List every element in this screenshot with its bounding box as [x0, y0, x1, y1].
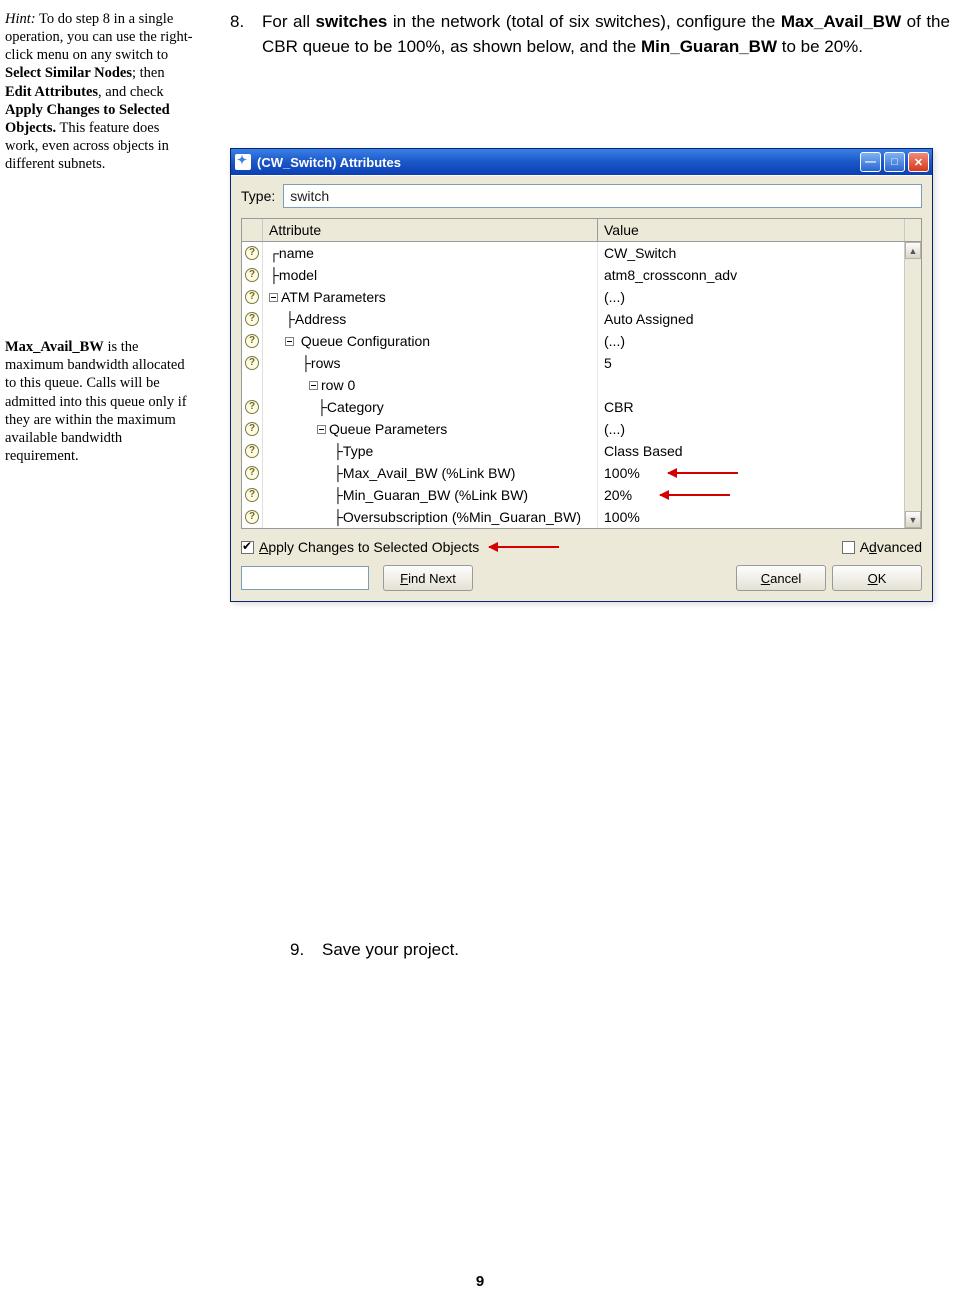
scroll-down-icon[interactable]: ▼ — [905, 511, 921, 528]
help-icon[interactable]: ? — [242, 418, 263, 440]
help-icon[interactable]: ? — [242, 506, 263, 528]
value-cell[interactable]: (...) — [598, 333, 921, 349]
advanced-label: Advanced — [860, 539, 922, 555]
help-icon[interactable]: ? — [242, 286, 263, 308]
value-cell[interactable]: 100% — [598, 465, 921, 481]
value-cell[interactable]: atm8_crossconn_adv — [598, 267, 921, 283]
table-row[interactable]: ?├rows5 — [242, 352, 921, 374]
value-cell[interactable]: 20% — [598, 487, 921, 503]
help-icon[interactable]: ? — [242, 462, 263, 484]
close-button[interactable]: ✕ — [908, 152, 929, 172]
table-row[interactable]: ?├Max_Avail_BW (%Link BW)100% — [242, 462, 921, 484]
ok-button[interactable]: OK — [832, 565, 922, 591]
hint-note: Hint: To do step 8 in a single operation… — [5, 10, 194, 173]
value-cell[interactable]: CBR — [598, 399, 921, 415]
attribute-cell[interactable]: ├Min_Guaran_BW (%Link BW) — [263, 484, 598, 506]
value-cell[interactable]: 100% — [598, 509, 921, 525]
help-icon[interactable]: ? — [242, 352, 263, 374]
titlebar[interactable]: (CW_Switch) Attributes — □ ✕ — [231, 149, 932, 175]
type-label: Type: — [241, 188, 275, 204]
step-9-text: Save your project. — [322, 940, 459, 960]
attribute-cell[interactable]: ├Category — [263, 396, 598, 418]
attribute-cell[interactable]: ├model — [263, 264, 598, 286]
help-icon[interactable]: ? — [242, 308, 263, 330]
help-icon[interactable]: ? — [242, 440, 263, 462]
table-row[interactable]: ?├AddressAuto Assigned — [242, 308, 921, 330]
step-number: 9. — [290, 940, 322, 960]
table-row[interactable]: ?┌nameCW_Switch — [242, 242, 921, 264]
attribute-cell[interactable]: ├Oversubscription (%Min_Guaran_BW) — [263, 506, 598, 528]
table-row[interactable]: ?ATM Parameters(...) — [242, 286, 921, 308]
sidebar-notes: Hint: To do step 8 in a single operation… — [5, 10, 200, 465]
apply-changes-label: Apply Changes to Selected Objects — [259, 539, 479, 555]
table-row[interactable]: ?├Oversubscription (%Min_Guaran_BW)100% — [242, 506, 921, 528]
step-8-text: For all switches in the network (total o… — [262, 10, 950, 59]
attribute-cell[interactable]: ├rows — [263, 352, 598, 374]
attributes-dialog: (CW_Switch) Attributes — □ ✕ Type: switc… — [230, 148, 933, 602]
scroll-up-icon[interactable]: ▲ — [905, 242, 921, 259]
table-row[interactable]: ? Queue Configuration(...) — [242, 330, 921, 352]
help-icon[interactable]: ? — [242, 330, 263, 352]
col-attribute[interactable]: Attribute — [263, 219, 598, 241]
table-row[interactable]: row 0 — [242, 374, 921, 396]
find-next-button[interactable]: Find Next — [383, 565, 473, 591]
minimize-button[interactable]: — — [860, 152, 881, 172]
maximize-button[interactable]: □ — [884, 152, 905, 172]
attribute-cell[interactable]: row 0 — [263, 374, 598, 396]
vertical-scrollbar[interactable]: ▲ ▼ — [904, 242, 921, 528]
table-row[interactable]: ?├TypeClass Based — [242, 440, 921, 462]
window-title: (CW_Switch) Attributes — [257, 155, 401, 170]
cancel-button[interactable]: Cancel — [736, 565, 826, 591]
help-icon[interactable]: ? — [242, 484, 263, 506]
table-row[interactable]: ?├Min_Guaran_BW (%Link BW)20% — [242, 484, 921, 506]
value-cell[interactable]: (...) — [598, 421, 921, 437]
value-cell[interactable]: Auto Assigned — [598, 311, 921, 327]
step-number: 8. — [230, 10, 262, 59]
bandwidth-note: Max_Avail_BW is the maximum bandwidth al… — [5, 338, 194, 465]
app-icon — [235, 154, 251, 170]
grid-header: Attribute Value — [242, 219, 921, 242]
value-cell[interactable]: CW_Switch — [598, 245, 921, 261]
value-cell[interactable]: Class Based — [598, 443, 921, 459]
step-8: 8. For all switches in the network (tota… — [230, 10, 950, 59]
apply-changes-checkbox[interactable] — [241, 541, 254, 554]
filter-input[interactable] — [241, 566, 369, 590]
attribute-cell[interactable]: Queue Parameters — [263, 418, 598, 440]
help-icon[interactable]: ? — [242, 396, 263, 418]
attribute-cell[interactable]: ┌name — [263, 242, 598, 264]
arrow-annotation-icon — [489, 542, 569, 552]
attribute-cell[interactable]: ├Address — [263, 308, 598, 330]
attribute-cell[interactable]: Queue Configuration — [263, 330, 598, 352]
page-number: 9 — [0, 1273, 960, 1290]
advanced-checkbox[interactable] — [842, 541, 855, 554]
table-row[interactable]: ?├CategoryCBR — [242, 396, 921, 418]
value-cell[interactable]: (...) — [598, 289, 921, 305]
step-9: 9. Save your project. — [290, 940, 930, 960]
attribute-cell[interactable]: ATM Parameters — [263, 286, 598, 308]
table-row[interactable]: ?├modelatm8_crossconn_adv — [242, 264, 921, 286]
table-row[interactable]: ?Queue Parameters(...) — [242, 418, 921, 440]
arrow-annotation-icon — [668, 468, 748, 478]
attributes-grid: Attribute Value ?┌nameCW_Switch?├modelat… — [241, 218, 922, 529]
arrow-annotation-icon — [660, 490, 740, 500]
help-icon[interactable]: ? — [242, 242, 263, 264]
help-icon[interactable]: ? — [242, 264, 263, 286]
attribute-cell[interactable]: ├Max_Avail_BW (%Link BW) — [263, 462, 598, 484]
value-cell[interactable]: 5 — [598, 355, 921, 371]
col-value[interactable]: Value — [598, 219, 904, 241]
attribute-cell[interactable]: ├Type — [263, 440, 598, 462]
type-field[interactable]: switch — [283, 184, 922, 208]
help-icon[interactable] — [242, 374, 263, 396]
